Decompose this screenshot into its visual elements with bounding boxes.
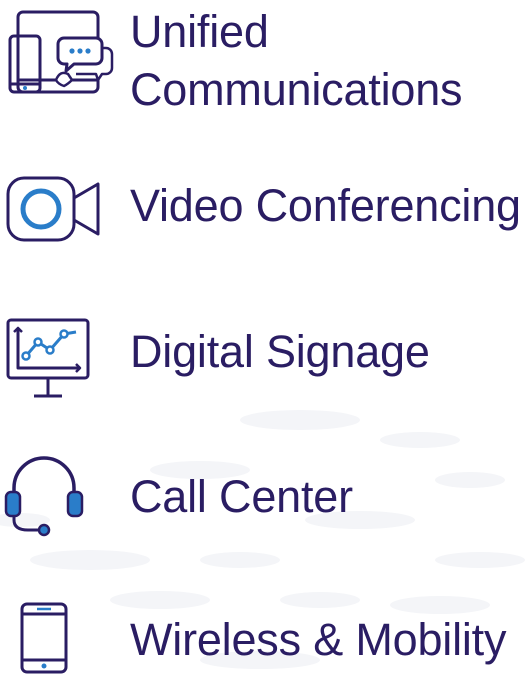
devices-chat-icon (4, 6, 120, 96)
label-digital-signage: Digital Signage (130, 326, 430, 377)
label-video-conferencing: Video Conferencing (130, 180, 521, 231)
headset-icon (4, 452, 94, 542)
label-call-center: Call Center (130, 471, 353, 522)
video-camera-icon (4, 174, 104, 244)
monitor-chart-icon (4, 316, 94, 402)
label-unified-communications: Unified Communications (130, 6, 463, 115)
label-wireless-mobility: Wireless & Mobility (130, 614, 507, 665)
smartphone-icon (4, 600, 94, 674)
